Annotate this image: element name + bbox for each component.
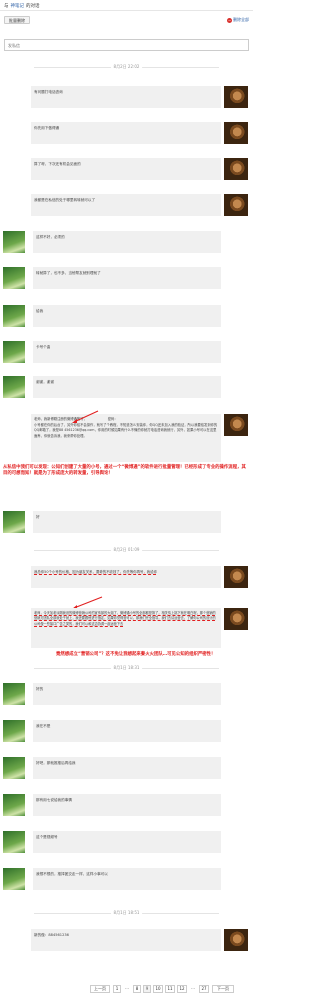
page-8-button[interactable]: 8	[133, 985, 141, 993]
page-1-button[interactable]: 1	[113, 985, 121, 993]
batch-delete-button[interactable]: 批量删除	[4, 16, 30, 24]
contact-name-link[interactable]: 神笔记	[11, 4, 25, 9]
contact-avatar[interactable]	[3, 511, 25, 533]
contact-avatar[interactable]	[3, 305, 25, 327]
message-bubble: 老师，今天加老派刚我设的微博营销公司的宣传部的大姐了，微博通小号的全部都是搞了，…	[31, 608, 221, 648]
message-bubble: 这样不好，必须的	[33, 231, 221, 253]
message-bubble: 那有用七说给我的事情	[33, 794, 221, 816]
message-bubble: 你先用下做得通	[31, 122, 221, 144]
message-bubble: 老师，我新博刚注册的微博通账号， 密码： 小号都在你的后台了，另外你给不会操作，…	[31, 414, 221, 462]
contact-avatar[interactable]	[3, 231, 25, 253]
contact-avatar[interactable]	[3, 267, 25, 289]
contact-avatar[interactable]	[3, 720, 25, 742]
user-avatar[interactable]	[224, 566, 248, 588]
page-11-button[interactable]: 11	[165, 985, 175, 993]
time-separator: 8月2日 01:09	[34, 547, 219, 553]
page-ellipsis: ...	[123, 985, 131, 993]
annotation-text: 从私信中我们可以发现：公知们创建了大量的小号，通过一个“微博通”的软件进行批量管…	[3, 465, 246, 476]
message-bubble: 卡号个曲	[33, 341, 221, 363]
page-12-button[interactable]: 12	[177, 985, 187, 993]
contact-avatar[interactable]	[3, 683, 25, 705]
user-avatar[interactable]	[224, 929, 248, 951]
contact-avatar[interactable]	[3, 341, 25, 363]
private-message-input[interactable]: 发私信	[4, 39, 249, 51]
page-10-button[interactable]: 10	[153, 985, 163, 993]
message-bubble: 好的	[33, 683, 221, 705]
message-bubble: 我总你50个小号的价格，因为朋友关系，要奇的不收钱了，你先等你再号，我给你	[31, 566, 221, 588]
next-page-button[interactable]: 下一页	[212, 985, 234, 993]
delete-all-button[interactable]: − 删除全部	[227, 17, 249, 23]
message-bubble: 转就算了，也不多，当他帮友就别理就了	[33, 267, 221, 289]
message-bubble: 给我	[33, 305, 221, 327]
input-placeholder: 发私信	[8, 43, 20, 48]
pagination: 上一页 1 ... 8 9 10 11 12 ... 27 下一页	[90, 985, 250, 994]
time-separator: 8月1日 18:31	[34, 665, 219, 671]
message-bubble: 谢谢，谢谢	[33, 376, 221, 398]
message-bubble: 我在不是	[33, 720, 221, 742]
user-avatar[interactable]	[224, 122, 248, 144]
contact-avatar[interactable]	[3, 831, 25, 853]
message-bubble: 好吧，那就推推后再给我	[33, 757, 221, 779]
conversation-header: 与神笔记 的对话	[0, 0, 253, 11]
toolbar: 批量删除 − 删除全部	[0, 14, 253, 26]
message-bubble: 我都是在私信的处于哪里转转就可以了	[31, 194, 221, 216]
message-bubble: 这个是视频号	[33, 831, 221, 853]
time-separator: 8月1日 18:51	[34, 910, 219, 916]
prev-page-button[interactable]: 上一页	[90, 985, 110, 993]
page-title: 与神笔记 的对话	[4, 4, 40, 9]
page-27-button[interactable]: 27	[199, 985, 209, 993]
page-ellipsis: ...	[189, 985, 197, 993]
user-avatar[interactable]	[224, 414, 248, 436]
message-bubble: 好	[33, 511, 221, 533]
message-bubble: 有问题打电话咨询	[31, 86, 221, 108]
message-bubble: 我想不想的，推择团交走一样，这样小事可以	[33, 868, 221, 890]
message-bubble: 新的做：884561236	[31, 929, 221, 951]
contact-avatar[interactable]	[3, 376, 25, 398]
user-avatar[interactable]	[224, 158, 248, 180]
user-avatar[interactable]	[224, 86, 248, 108]
current-page: 9	[143, 985, 151, 993]
annotation-arrow-icon	[72, 410, 99, 423]
contact-avatar[interactable]	[3, 868, 25, 890]
user-avatar[interactable]	[224, 608, 248, 630]
contact-avatar[interactable]	[3, 794, 25, 816]
minus-circle-icon: −	[227, 17, 232, 23]
message-bubble: 算了呀，下次还有机会见面的	[31, 158, 221, 180]
user-avatar[interactable]	[224, 194, 248, 216]
annotation-text: 竟然想成立“营销公司”？这不免让我想起来秦火火团队…可见公知的组织严密性！	[56, 652, 216, 657]
time-separator: 8月2日 22:02	[34, 64, 219, 70]
contact-avatar[interactable]	[3, 757, 25, 779]
